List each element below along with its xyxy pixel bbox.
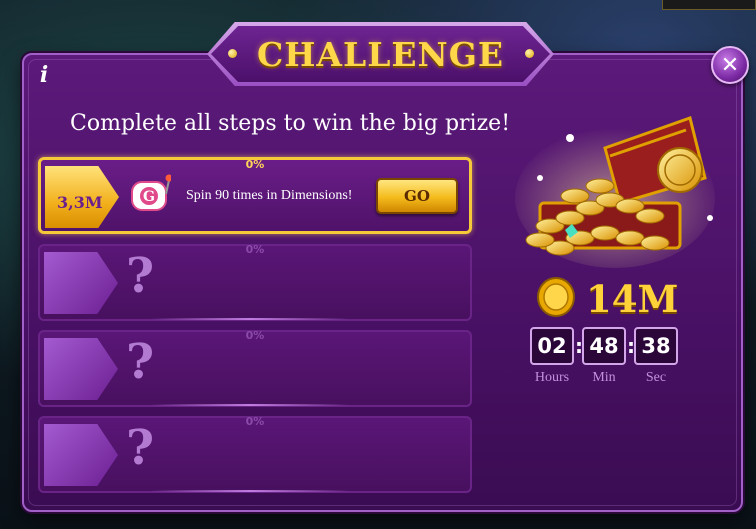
banner-left-dot xyxy=(228,49,237,58)
step-divider xyxy=(150,490,350,492)
timer-hours: 02 xyxy=(530,327,574,365)
question-mark-icon: ? xyxy=(126,420,155,476)
treasure-chest-icon xyxy=(515,116,715,268)
step-reward: 3,3M xyxy=(57,193,103,212)
locked-arrow xyxy=(44,338,118,400)
step-task: Spin 90 times in Dimensions! xyxy=(186,188,353,203)
step-progress: 0% xyxy=(245,329,265,342)
challenge-step-4: 0% ? xyxy=(38,415,472,493)
page-title: CHALLENGE xyxy=(256,34,505,74)
step-divider xyxy=(150,404,350,406)
background-top-bar xyxy=(662,0,756,10)
question-mark-icon: ? xyxy=(126,334,155,390)
timer-minutes: 48 xyxy=(582,327,626,365)
timer-seconds-label: Sec xyxy=(645,370,667,385)
step-progress: 0% xyxy=(245,415,265,428)
challenge-step-1: 0% 3,3M G Spin 90 times in Dimensions! G… xyxy=(38,157,472,234)
step-progress: 0% xyxy=(245,158,265,171)
reward-arrow: 3,3M xyxy=(45,166,119,228)
step-progress: 0% xyxy=(245,243,265,256)
close-button[interactable]: ✕ xyxy=(711,46,749,84)
timer-minutes-label: Min xyxy=(592,370,616,385)
timer-seconds: 38 xyxy=(634,327,678,365)
locked-arrow xyxy=(44,424,118,486)
go-button[interactable]: GO xyxy=(376,178,458,214)
banner-right-dot xyxy=(525,49,534,58)
gold-coin-icon xyxy=(537,277,575,317)
info-icon[interactable]: i xyxy=(36,62,52,88)
svg-text:G: G xyxy=(143,189,155,205)
locked-arrow xyxy=(44,252,118,314)
prize-amount: 14M xyxy=(586,277,679,321)
title-banner: CHALLENGE xyxy=(211,26,550,82)
challenge-step-3: 0% ? xyxy=(38,329,472,407)
question-mark-icon: ? xyxy=(126,248,155,304)
step-divider xyxy=(150,318,350,320)
challenge-subtitle: Complete all steps to win the big prize! xyxy=(70,111,511,136)
close-icon: ✕ xyxy=(720,52,740,78)
slot-machine-icon: G xyxy=(131,174,171,211)
challenge-step-2: 0% ? xyxy=(38,243,472,321)
timer-hours-label: Hours xyxy=(534,370,570,385)
